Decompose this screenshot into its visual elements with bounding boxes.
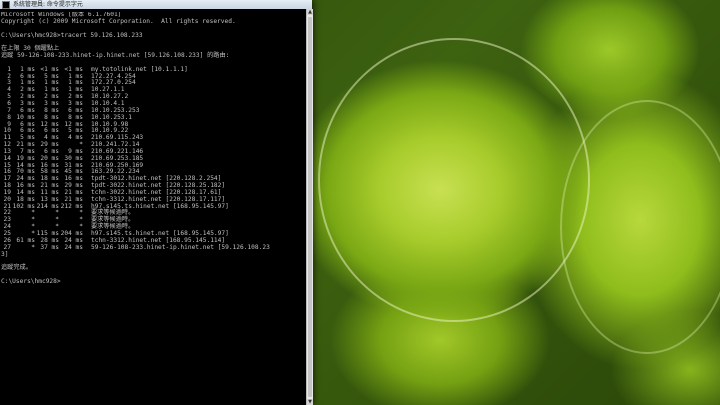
console-output[interactable]: Microsoft Windows [版本 6.1.7601] Copyright… <box>1 12 305 402</box>
scrollbar-thumb[interactable] <box>308 17 312 397</box>
command-prompt-line: C:\Users\hmc928> <box>1 277 61 285</box>
hop-host: 59-126-108-233.hinet-ip.hinet.net [59.12… <box>91 243 270 251</box>
command-prompt-window[interactable]: 系統管理員: 命令提示字元 Microsoft Windows [版本 6.1.… <box>0 0 313 405</box>
console-line: 追蹤完成。 <box>1 264 32 272</box>
traceroute-hop-row: 23 * * * 要求等候逾時。 <box>1 216 305 224</box>
console-line: Copyright (c) 2009 Microsoft Corporation… <box>1 17 236 25</box>
hop-time-2: 37 ms <box>40 243 59 251</box>
console-line: C:\Users\hmc928>tracert 59.126.108.233 <box>1 31 143 39</box>
console-wrap-line: 3] <box>1 250 9 258</box>
scroll-up-arrow-icon[interactable]: ▲ <box>307 9 313 15</box>
traceroute-hop-row: 21 102 ms 214 ms 212 ms h97.s145.ts.hinet.ne… <box>1 203 305 211</box>
traceroute-hop-row: 27 * 37 ms 24 ms 59-126-108-233.hinet-ip.hin… <box>1 243 305 252</box>
window-titlebar[interactable]: 系統管理員: 命令提示字元 <box>0 0 312 9</box>
wallpaper-leaf-outline-right <box>560 100 720 354</box>
vertical-scrollbar[interactable]: ▲ ▼ <box>306 9 313 405</box>
hop-time-3: 24 ms <box>64 243 83 251</box>
window-title: 系統管理員: 命令提示字元 <box>13 1 83 8</box>
traceroute-hop-row: 22 * * * 要求等候逾時。 <box>1 210 305 217</box>
hop-time-1: * <box>31 243 35 251</box>
console-line: 追蹤 59-126-108-233.hinet-ip.hinet.net [59… <box>1 52 230 60</box>
cmd-icon <box>2 0 10 9</box>
scroll-down-arrow-icon[interactable]: ▼ <box>307 399 313 405</box>
wallpaper-leaf-outline <box>318 38 590 322</box>
